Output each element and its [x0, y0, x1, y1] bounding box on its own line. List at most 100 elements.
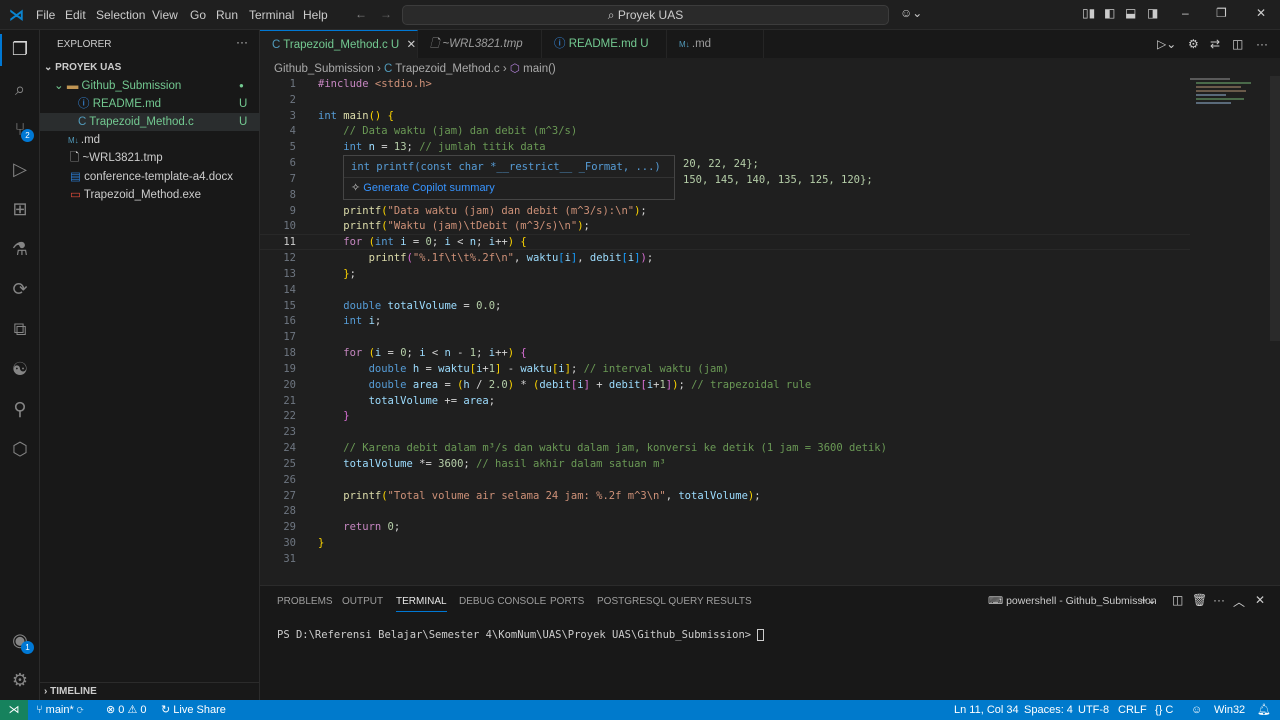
indentation[interactable]: Spaces: 4 [1024, 700, 1073, 720]
menu-run[interactable]: Run [216, 8, 238, 22]
trash-icon[interactable]: 🗑 [1192, 593, 1207, 607]
tab-debug-console[interactable]: DEBUG CONSOLE [459, 596, 546, 607]
file-trapezoid-exe[interactable]: ▭ Trapezoid_Method.exe [40, 186, 260, 204]
menu-edit[interactable]: Edit [65, 8, 86, 22]
line-number: 27 [283, 489, 296, 502]
github-icon[interactable]: ⚲ [8, 397, 32, 421]
restore-icon[interactable]: ❐ [1216, 6, 1227, 20]
code-line: } [318, 535, 324, 551]
platform[interactable]: Win32 [1214, 700, 1245, 720]
file-trapezoid-c[interactable]: C Trapezoid_Method.c U [40, 113, 260, 131]
close-window-icon[interactable]: ✕ [1256, 6, 1266, 20]
file-readme[interactable]: ⓘ README.md U [40, 95, 260, 113]
timeline-section[interactable]: › TIMELINE [40, 682, 260, 700]
copilot-status-icon[interactable]: ☺ [1191, 700, 1202, 720]
tab-ports[interactable]: PORTS [550, 596, 584, 607]
source-control-badge: 2 [21, 129, 34, 142]
code-token: ; [476, 347, 489, 360]
generate-copilot-summary-link[interactable]: ✧ Generate Copilot summary [344, 178, 674, 197]
split-editor-icon[interactable]: ◫ [1232, 37, 1243, 51]
terminal-output[interactable]: PS D:\Referensi Belajar\Semester 4\KomNu… [277, 629, 765, 641]
tab-wrl-tmp[interactable]: 🗋 ~WRL3821.tmp [418, 30, 542, 58]
cursor-position[interactable]: Ln 11, Col 34 [954, 700, 1019, 720]
language-mode[interactable]: {} C [1155, 700, 1173, 720]
tab-md[interactable]: M↓ .md [667, 30, 764, 58]
remote-icon[interactable]: ⋊ [0, 700, 28, 720]
menu-selection[interactable]: Selection [96, 8, 145, 22]
settings-icon[interactable]: ⚙ [1188, 37, 1199, 51]
file-md[interactable]: M↓ .md [40, 131, 260, 149]
customize-layout-icon[interactable]: ▯▮ [1082, 6, 1095, 20]
python-icon[interactable]: ☯ [8, 357, 32, 381]
tab-label: README.md [568, 38, 638, 50]
testing-icon[interactable]: ⚗ [8, 237, 32, 261]
editor-scrollbar[interactable] [1270, 76, 1280, 341]
tab-readme[interactable]: ⓘ README.md U [542, 30, 667, 58]
breadcrumb-symbol[interactable]: main() [523, 63, 556, 75]
minimap[interactable] [1190, 76, 1270, 126]
warning-icon: ⚠ [127, 704, 141, 716]
new-terminal-icon[interactable]: +⌄ [1140, 593, 1157, 607]
explorer-icon[interactable]: ❐ [8, 37, 32, 61]
tab-trapezoid-c[interactable]: C Trapezoid_Method.c U ✕ [260, 30, 418, 58]
live-share-button[interactable]: ↻ Live Share [161, 700, 226, 720]
toggle-panel-icon[interactable]: ⬓ [1125, 6, 1136, 20]
menu-file[interactable]: File [36, 8, 55, 22]
breadcrumb-file[interactable]: Trapezoid_Method.c [395, 63, 499, 75]
menu-help[interactable]: Help [303, 8, 328, 22]
back-arrow-icon[interactable]: ← [355, 7, 367, 21]
file-icon: 🗋 [70, 152, 83, 164]
tab-problems[interactable]: PROBLEMS [277, 596, 333, 607]
menu-go[interactable]: Go [190, 8, 206, 22]
problems-indicator[interactable]: ⊗ 0 ⚠ 0 [106, 700, 147, 720]
terminal-selector[interactable]: ⌨ powershell - Github_Submission [988, 595, 1157, 607]
more-actions-icon[interactable]: ··· [236, 35, 248, 49]
tab-postgresql-results[interactable]: POSTGRESQL QUERY RESULTS [597, 596, 752, 607]
command-center-search[interactable]: ⌕ Proyek UAS [402, 5, 889, 25]
notifications-bell-icon[interactable]: 🔔︎ [1257, 700, 1271, 720]
forward-arrow-icon[interactable]: → [380, 7, 392, 21]
code-token: 150, 145, 140, 135, 125, 120}; [683, 173, 873, 186]
file-conference-docx[interactable]: ▤ conference-template-a4.docx [40, 168, 260, 186]
code-token: return [318, 521, 388, 534]
line-ending[interactable]: CRLF [1118, 700, 1147, 720]
menu-view[interactable]: View [152, 8, 178, 22]
tab-output[interactable]: OUTPUT [342, 596, 383, 607]
maximize-panel-icon[interactable]: ︿ [1233, 593, 1245, 610]
more-actions-icon[interactable]: ··· [1213, 593, 1225, 607]
database-icon[interactable]: ⧉ [8, 317, 32, 341]
branch-indicator[interactable]: ⑂ main* ⟳ [36, 700, 83, 720]
c-file-icon: C [78, 116, 90, 128]
code-editor[interactable]: 20, 22, 24}; 150, 145, 140, 135, 125, 12… [260, 76, 1190, 566]
encoding[interactable]: UTF-8 [1078, 700, 1109, 720]
code-line: printf("%.1f\t\t%.2f\n", waktu[i], debit… [318, 250, 654, 266]
docker-icon[interactable]: ⬡ [8, 437, 32, 461]
folder-github-submission[interactable]: ⌄ ▬ Github_Submission ● [40, 77, 260, 95]
code-token: "Waktu (jam)\tDebit (m^3/s)\n" [387, 220, 578, 233]
close-panel-icon[interactable]: ✕ [1255, 593, 1265, 607]
compare-icon[interactable]: ⇄ [1210, 37, 1220, 51]
breadcrumb-folder[interactable]: Github_Submission [274, 63, 374, 75]
run-icon[interactable]: ▷⌄ [1157, 37, 1176, 51]
close-tab-icon[interactable]: ✕ [406, 39, 416, 51]
copilot-icon[interactable]: ☺⌄ [900, 6, 922, 20]
toggle-sidebar-icon[interactable]: ◧ [1104, 6, 1115, 20]
extensions-icon[interactable]: ⊞ [8, 197, 32, 221]
code-token: 0.0 [476, 299, 496, 312]
menu-terminal[interactable]: Terminal [249, 8, 294, 22]
tab-label: .md [691, 38, 712, 50]
code-token: ; [570, 362, 584, 375]
minimize-icon[interactable]: – [1182, 6, 1189, 20]
settings-gear-icon[interactable]: ⚙ [8, 668, 32, 692]
split-terminal-icon[interactable]: ◫ [1172, 593, 1183, 607]
tab-label: ~WRL3821.tmp [442, 38, 523, 50]
tab-terminal[interactable]: TERMINAL [396, 596, 447, 612]
more-actions-icon[interactable]: ··· [1256, 37, 1268, 51]
search-icon[interactable]: ⌕ [8, 77, 32, 101]
toggle-secondary-sidebar-icon[interactable]: ◨ [1147, 6, 1158, 20]
remote-explorer-icon[interactable]: ⟳ [8, 277, 32, 301]
project-root[interactable]: ⌄ PROYEK UAS [40, 59, 260, 77]
file-wrl-tmp[interactable]: 🗋 ~WRL3821.tmp [40, 149, 260, 167]
code-token: printf [318, 489, 382, 502]
run-debug-icon[interactable]: ▷ [8, 157, 32, 181]
